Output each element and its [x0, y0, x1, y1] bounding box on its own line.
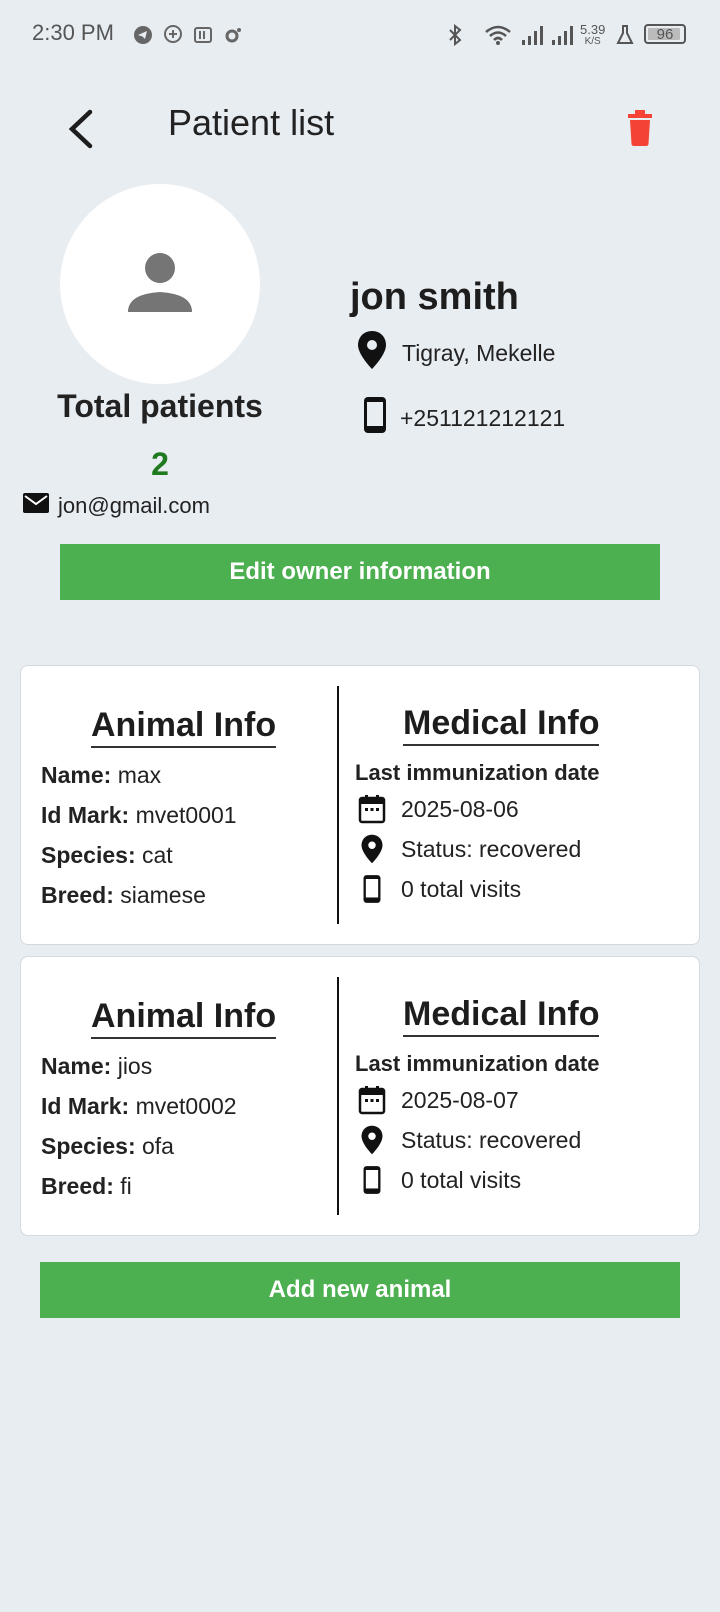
total-patients-count: 2: [151, 446, 169, 482]
settings-sync-icon: [222, 24, 244, 46]
animal-info-title: Animal Info: [91, 997, 277, 1039]
smartphone-icon: [357, 1165, 387, 1195]
immunization-date-row: 2025-08-06: [357, 794, 519, 824]
animal-id-mark: mvet0002: [135, 1093, 237, 1119]
animal-breed: fi: [120, 1173, 132, 1199]
smartphone-icon: [357, 874, 387, 904]
animal-status: Status: recovered: [401, 1126, 582, 1153]
animal-card[interactable]: Animal Info Name: max Id Mark: mvet0001 …: [20, 665, 700, 945]
phone-row: +251121212121: [362, 396, 565, 440]
card-divider: [337, 686, 339, 924]
back-button[interactable]: [60, 104, 104, 154]
animal-breed: siamese: [120, 882, 206, 908]
animal-id-row: Id Mark: mvet0001: [41, 802, 237, 828]
owner-name: jon smith: [350, 276, 519, 318]
visit-count: 0 total visits: [401, 875, 522, 902]
add-animal-button[interactable]: Add new animal: [40, 1262, 680, 1318]
edit-owner-button[interactable]: Edit owner information: [60, 544, 660, 600]
owner-location: Tigray, Mekelle: [402, 339, 556, 366]
location-pin-icon: [357, 1125, 387, 1155]
arrow-back-icon: [60, 109, 104, 158]
bluetooth-icon: [444, 24, 466, 46]
status-row: Status: recovered: [357, 1125, 581, 1155]
animal-species-row: Species: ofa: [41, 1133, 174, 1159]
animal-info-title: Animal Info: [91, 706, 277, 748]
battery-indicator: 96: [644, 24, 686, 44]
telegram-icon: [132, 24, 154, 46]
wifi-icon: [484, 24, 512, 46]
visits-row: 0 total visits: [357, 874, 521, 904]
owner-phone: +251121212121: [400, 404, 566, 431]
nfc-icon: [192, 24, 214, 46]
page-title: Patient list: [168, 102, 335, 143]
medical-info-title: Medical Info: [403, 704, 600, 746]
last-immunization-label: Last immunization date: [355, 1051, 600, 1076]
net-speed: 5.39 K/S: [580, 22, 606, 47]
animal-id-row: Id Mark: mvet0002: [41, 1093, 237, 1119]
location-pin-icon: [356, 330, 388, 376]
smartphone-icon: [362, 396, 388, 440]
animal-name: max: [117, 762, 162, 788]
animal-status: Status: recovered: [401, 835, 582, 862]
location-pin-icon: [357, 834, 387, 864]
animal-breed-row: Breed: fi: [41, 1173, 132, 1199]
immunization-date: 2025-08-07: [401, 1086, 519, 1113]
signal-icon-2: [550, 24, 576, 46]
email-row: jon@gmail.com: [22, 492, 210, 520]
owner-email: jon@gmail.com: [58, 493, 210, 518]
animal-id-mark: mvet0001: [135, 802, 237, 828]
calendar-icon: [357, 794, 387, 824]
chat-icon: [162, 24, 184, 46]
status-row: Status: recovered: [357, 834, 581, 864]
card-divider: [337, 977, 339, 1215]
animal-species: cat: [142, 842, 173, 868]
flask-icon: [614, 24, 636, 46]
location-row: Tigray, Mekelle: [356, 330, 555, 376]
status-time: 2:30 PM: [32, 20, 114, 45]
delete-button[interactable]: [620, 108, 660, 148]
visits-row: 0 total visits: [357, 1165, 521, 1195]
total-patients-label: Total patients: [57, 388, 263, 424]
animal-name: jios: [117, 1053, 153, 1079]
person-icon: [120, 242, 200, 327]
animal-species: ofa: [142, 1133, 174, 1159]
immunization-date-row: 2025-08-07: [357, 1085, 519, 1115]
animal-name-row: Name: jios: [41, 1053, 153, 1079]
mail-icon: [22, 492, 50, 520]
trash-icon: [620, 110, 660, 152]
animal-species-row: Species: cat: [41, 842, 173, 868]
animal-breed-row: Breed: siamese: [41, 882, 206, 908]
visit-count: 0 total visits: [401, 1166, 522, 1193]
medical-info-title: Medical Info: [403, 995, 600, 1037]
animal-card[interactable]: Animal Info Name: jios Id Mark: mvet0002…: [20, 956, 700, 1236]
signal-icon-1: [520, 24, 546, 46]
avatar: [60, 184, 260, 384]
immunization-date: 2025-08-06: [401, 795, 519, 822]
animal-name-row: Name: max: [41, 762, 162, 788]
calendar-icon: [357, 1085, 387, 1115]
last-immunization-label: Last immunization date: [355, 760, 600, 785]
